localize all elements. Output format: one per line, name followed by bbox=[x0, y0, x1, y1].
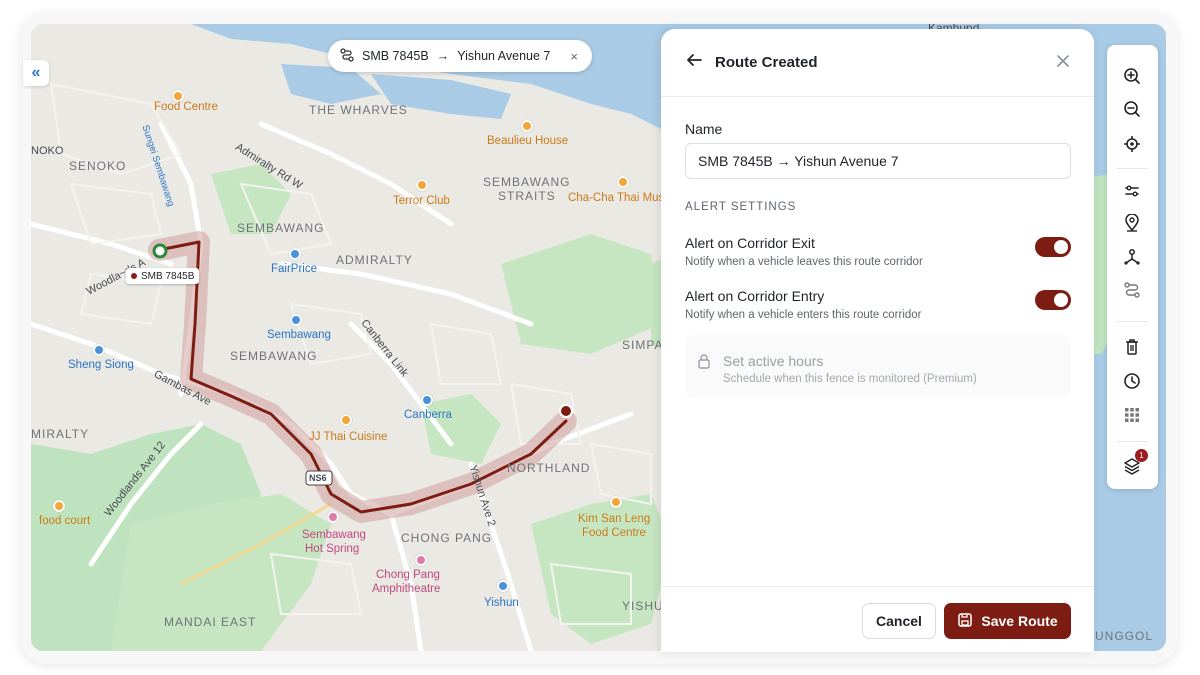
station-pin bbox=[497, 580, 509, 592]
vehicle-plate: SMB 7845B bbox=[141, 270, 195, 282]
station-pin bbox=[290, 314, 302, 326]
close-icon[interactable]: × bbox=[570, 49, 578, 64]
layers-count-badge: 1 bbox=[1135, 449, 1148, 462]
collapse-sidebar-button[interactable]: « bbox=[23, 60, 49, 86]
poi-pin bbox=[415, 554, 427, 566]
ns-station-badge: NS6 bbox=[309, 473, 327, 483]
alert-description: Notify when a vehicle enters this route … bbox=[685, 309, 922, 321]
route-destination: Yishun Avenue 7 bbox=[457, 49, 551, 63]
toolbar-divider bbox=[1117, 441, 1148, 442]
toolbar-divider bbox=[1117, 321, 1148, 322]
route-panel: Route Created Name ALERT SETTINGS Alert … bbox=[661, 29, 1094, 652]
poi-label: JJ Thai Cuisine bbox=[309, 431, 388, 443]
poi-label: Terror Club bbox=[393, 195, 450, 207]
alert-corridor-exit: Alert on Corridor Exit Notify when a veh… bbox=[685, 235, 1071, 268]
locate-icon[interactable] bbox=[1121, 133, 1143, 155]
poi-label: Hot Spring bbox=[305, 543, 360, 555]
poi-pin bbox=[521, 120, 533, 132]
corridor-exit-toggle[interactable] bbox=[1035, 237, 1071, 257]
poi-label: Beaulieu House bbox=[487, 135, 569, 147]
area-label: THE WHARVES bbox=[309, 103, 408, 117]
area-label: STRAITS bbox=[498, 189, 556, 203]
route-icon[interactable] bbox=[1121, 279, 1143, 301]
poi-label: food court bbox=[39, 515, 91, 527]
zoom-out-icon[interactable] bbox=[1121, 98, 1143, 120]
route-icon bbox=[340, 47, 354, 65]
poi-pin bbox=[289, 248, 301, 260]
route-summary-pill[interactable]: SMB 7845B → Yishun Avenue 7 × bbox=[328, 40, 592, 72]
save-route-label: Save Route bbox=[981, 613, 1058, 629]
poi-label: Food Centre bbox=[582, 527, 646, 539]
area-label: SEMBAWANG bbox=[237, 221, 325, 235]
close-icon[interactable] bbox=[1056, 52, 1070, 73]
poi-pin bbox=[340, 414, 352, 426]
toolbar-divider bbox=[1117, 168, 1148, 169]
poi-pin bbox=[327, 511, 339, 523]
area-label: SEMBAWANG bbox=[230, 349, 318, 363]
active-hours-description: Schedule when this fence is monitored (P… bbox=[723, 373, 977, 385]
area-label: ADMIRALTY bbox=[336, 253, 413, 267]
poi-label: Amphitheatre bbox=[372, 583, 441, 595]
area-label: UNGGOL bbox=[1095, 629, 1154, 643]
poi-pin bbox=[93, 344, 105, 356]
area-label: SENOKO bbox=[69, 159, 127, 173]
station-pin bbox=[421, 394, 433, 406]
poi-label: Sheng Siong bbox=[68, 359, 134, 371]
poi-pin bbox=[416, 179, 428, 191]
area-label: SEMBAWANG bbox=[483, 175, 571, 189]
trash-icon[interactable] bbox=[1121, 336, 1143, 358]
station-label: Canberra bbox=[404, 409, 452, 421]
map-toolbar: 1 bbox=[1107, 45, 1158, 489]
back-arrow-icon[interactable] bbox=[685, 51, 703, 74]
poi-label: Food Centre bbox=[154, 101, 218, 113]
poi-label: Sembawang bbox=[302, 529, 366, 541]
waypoint-icon[interactable] bbox=[1121, 246, 1143, 268]
area-label: MANDAI EAST bbox=[164, 615, 257, 629]
area-label: NOKO bbox=[31, 145, 64, 157]
poi-pin bbox=[610, 496, 622, 508]
vehicle-marker-label[interactable]: SMB 7845B bbox=[126, 268, 200, 284]
alert-title: Alert on Corridor Exit bbox=[685, 235, 815, 251]
corridor-entry-toggle[interactable] bbox=[1035, 290, 1071, 310]
save-route-button[interactable]: Save Route bbox=[944, 603, 1071, 639]
poi-label: Chong Pang bbox=[376, 569, 440, 581]
station-label: Yishun bbox=[484, 597, 519, 609]
route-vehicle: SMB 7845B bbox=[362, 49, 429, 63]
active-hours-title: Set active hours bbox=[723, 353, 824, 369]
poi-label: Kim San Leng bbox=[578, 513, 651, 525]
poi-label: Cha-Cha Thai Mus bbox=[568, 192, 665, 204]
panel-header: Route Created bbox=[661, 29, 1094, 97]
cancel-button[interactable]: Cancel bbox=[862, 603, 936, 639]
layers-icon[interactable]: 1 bbox=[1121, 449, 1148, 477]
grid-icon[interactable] bbox=[1121, 404, 1143, 426]
panel-title: Route Created bbox=[715, 54, 818, 71]
active-hours-premium[interactable]: Set active hours Schedule when this fenc… bbox=[685, 335, 1071, 397]
alert-description: Notify when a vehicle leaves this route … bbox=[685, 256, 923, 268]
panel-footer: Cancel Save Route bbox=[661, 586, 1094, 652]
pin-icon[interactable] bbox=[1121, 212, 1143, 234]
arrow-right-icon: → bbox=[436, 49, 450, 63]
lock-icon bbox=[697, 353, 711, 374]
save-icon bbox=[957, 612, 973, 631]
alert-title: Alert on Corridor Entry bbox=[685, 288, 825, 304]
clock-icon[interactable] bbox=[1121, 370, 1143, 392]
area-label: MIRALTY bbox=[31, 427, 90, 441]
route-name-input[interactable] bbox=[685, 143, 1071, 179]
filter-icon[interactable] bbox=[1121, 180, 1143, 202]
station-label: Sembawang bbox=[267, 329, 331, 341]
poi-pin bbox=[53, 500, 65, 512]
alert-settings-heading: ALERT SETTINGS bbox=[685, 201, 797, 213]
poi-pin bbox=[617, 176, 629, 188]
area-label: NORTHLAND bbox=[507, 461, 591, 475]
zoom-in-icon[interactable] bbox=[1121, 65, 1143, 87]
poi-label: FairPrice bbox=[271, 263, 318, 275]
alert-corridor-entry: Alert on Corridor Entry Notify when a ve… bbox=[685, 288, 1071, 321]
area-label: CHONG PANG bbox=[401, 531, 493, 545]
name-label: Name bbox=[685, 121, 723, 137]
vehicle-dot-icon bbox=[131, 273, 137, 279]
